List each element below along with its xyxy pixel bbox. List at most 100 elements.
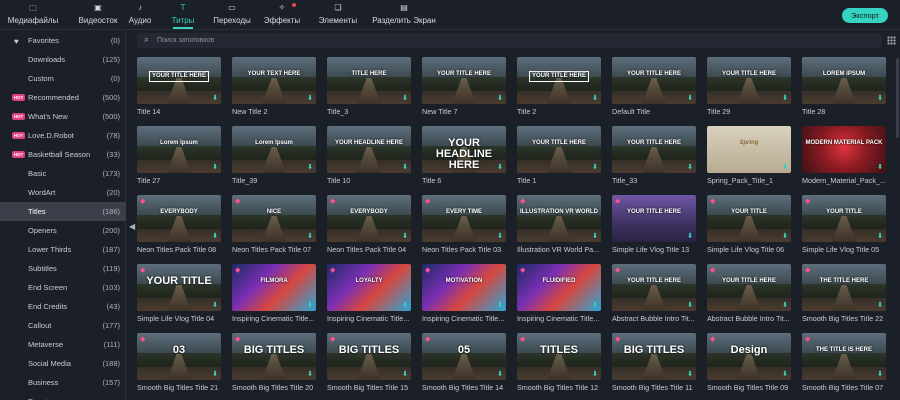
title-thumbnail[interactable]: BIG TITLES ◆ ⬇ [612,333,696,380]
sidebar-item-lower-thirds[interactable]: Lower Thirds (187) [0,240,126,259]
sidebar-item-end-screen[interactable]: End Screen (103) [0,278,126,297]
title-thumbnail[interactable]: Spring ⬇ [707,126,791,173]
title-thumbnail[interactable]: NICE ◆ ⬇ [232,195,316,242]
title-card[interactable]: MOTIVATION ◆ ⬇ Inspiring Cinematic Title... [422,264,510,326]
title-card[interactable]: BIG TITLES ◆ ⬇ Smooth Big Titles Title 20 [232,333,320,395]
download-icon[interactable]: ⬇ [592,301,598,309]
title-thumbnail[interactable]: MOTIVATION ◆ ⬇ [422,264,506,311]
sidebar-item-love-d-robot[interactable]: HOT Love.D.Robot (78) [0,126,126,145]
title-thumbnail[interactable]: Design ◆ ⬇ [707,333,791,380]
download-icon[interactable]: ⬇ [592,232,598,240]
download-icon[interactable]: ⬇ [592,370,598,378]
download-icon[interactable]: ⬇ [592,94,598,102]
download-icon[interactable]: ⬇ [497,301,503,309]
grid-view-icon[interactable] [887,36,896,45]
title-card[interactable]: 03 ◆ ⬇ Smooth Big Titles Title 21 [137,333,225,395]
title-card[interactable]: EVERYBODY ◆ ⬇ Neon Titles Pack Title 04 [327,195,415,257]
title-card[interactable]: YOUR TITLE HERE ◆ ⬇ Abstract Bubble Intro T… [707,264,795,326]
title-card[interactable]: FILMORA ◆ ⬇ Inspiring Cinematic Title... [232,264,320,326]
sidebar-item-what-s-new[interactable]: HOT What's New (500) [0,107,126,126]
download-icon[interactable]: ⬇ [307,232,313,240]
title-card[interactable]: THE TITLE HERE ◆ ⬇ Smooth Big Titles Title … [802,264,890,326]
sidebar-item-subtitles[interactable]: Subtitles (119) [0,259,126,278]
sidebar-item-callout[interactable]: Callout (177) [0,316,126,335]
search-input[interactable] [157,33,857,48]
title-thumbnail[interactable]: YOUR TITLE HERE ◆ ⬇ [612,264,696,311]
download-icon[interactable]: ⬇ [402,163,408,171]
download-icon[interactable]: ⬇ [782,301,788,309]
download-icon[interactable]: ⬇ [497,163,503,171]
download-icon[interactable]: ⬇ [877,370,883,378]
title-card[interactable]: YOUR HEADLINE HERE ⬇ Title 10 [327,126,415,188]
title-thumbnail[interactable]: BIG TITLES ◆ ⬇ [232,333,316,380]
download-icon[interactable]: ⬇ [307,94,313,102]
title-thumbnail[interactable]: YOUR TITLE HERE ◆ ⬇ [707,264,791,311]
title-card[interactable]: TITLE HERE ⬇ Title_3 [327,57,415,119]
download-icon[interactable]: ⬇ [687,94,693,102]
tab-6[interactable]: ❏ Элементы [315,3,361,29]
title-thumbnail[interactable]: BIG TITLES ◆ ⬇ [327,333,411,380]
title-thumbnail[interactable]: YOUR TITLE ◆ ⬇ [707,195,791,242]
download-icon[interactable]: ⬇ [877,163,883,171]
download-icon[interactable]: ⬇ [782,232,788,240]
title-card[interactable]: YOUR TITLE HERE ⬇ Title 29 [707,57,795,119]
title-thumbnail[interactable]: YOUR TITLE HERE ⬇ [137,57,221,104]
title-thumbnail[interactable]: YOUR TITLE HERE ⬇ [612,126,696,173]
sidebar-item-openers[interactable]: Openers (200) [0,221,126,240]
title-card[interactable]: YOUR HEADLINE HERE ⬇ Title 6 [422,126,510,188]
download-icon[interactable]: ⬇ [212,163,218,171]
download-icon[interactable]: ⬇ [877,301,883,309]
download-icon[interactable]: ⬇ [212,232,218,240]
title-thumbnail[interactable]: YOUR TITLE HERE ◆ ⬇ [612,195,696,242]
sidebar-item-end-credits[interactable]: End Credits (43) [0,297,126,316]
title-card[interactable]: LOYALTY ◆ ⬇ Inspiring Cinematic Title... [327,264,415,326]
title-card[interactable]: TITLES ◆ ⬇ Smooth Big Titles Title 12 [517,333,605,395]
title-thumbnail[interactable]: YOUR HEADLINE HERE ⬇ [327,126,411,173]
download-icon[interactable]: ⬇ [497,370,503,378]
title-card[interactable]: YOUR TITLE ◆ ⬇ Simple Life Vlog Title 05 [802,195,890,257]
title-thumbnail[interactable]: 05 ◆ ⬇ [422,333,506,380]
title-thumbnail[interactable]: TITLE HERE ⬇ [327,57,411,104]
sidebar-item-business[interactable]: Business (157) [0,373,126,392]
download-icon[interactable]: ⬇ [782,94,788,102]
title-card[interactable]: FLUIDIFIED ◆ ⬇ Inspiring Cinematic Title... [517,264,605,326]
sidebar-item-drawing[interactable]: Drawing [0,392,126,400]
sidebar-item-wordart[interactable]: WordArt (20) [0,183,126,202]
download-icon[interactable]: ⬇ [877,94,883,102]
sidebar-item-titles[interactable]: Titles (186) [0,202,126,221]
title-card[interactable]: YOUR TITLE HERE ⬇ Title 1 [517,126,605,188]
download-icon[interactable]: ⬇ [687,232,693,240]
title-thumbnail[interactable]: THE TITLE IS HERE ◆ ⬇ [802,333,886,380]
title-card[interactable]: BIG TITLES ◆ ⬇ Smooth Big Titles Title 15 [327,333,415,395]
title-thumbnail[interactable]: Lorem Ipsum ⬇ [137,126,221,173]
download-icon[interactable]: ⬇ [402,370,408,378]
title-card[interactable]: YOUR TEXT HERE ⬇ New Title 2 [232,57,320,119]
title-card[interactable]: Design ◆ ⬇ Smooth Big Titles Title 09 [707,333,795,395]
download-icon[interactable]: ⬇ [307,301,313,309]
grid-scrollbar[interactable] [896,58,899,138]
title-card[interactable]: EVERY TIME ◆ ⬇ Neon Titles Pack Title 03 [422,195,510,257]
title-card[interactable]: YOUR TITLE HERE ◆ ⬇ Simple Life Vlog Title … [612,195,700,257]
title-thumbnail[interactable]: FILMORA ◆ ⬇ [232,264,316,311]
tab-0[interactable]: 🗀 Медиафайлы [5,3,61,29]
title-card[interactable]: YOUR TITLE HERE ◆ ⬇ Abstract Bubble Intro T… [612,264,700,326]
title-thumbnail[interactable]: YOUR TITLE ◆ ⬇ [137,264,221,311]
sidebar-item-downloads[interactable]: Downloads (125) [0,50,126,69]
sidebar-item-social-media[interactable]: Social Media (188) [0,354,126,373]
title-thumbnail[interactable]: YOUR TITLE HERE ⬇ [707,57,791,104]
tab-1[interactable]: ▣ Видеосток [78,3,118,29]
tab-5[interactable]: ✧ Эффекты [262,3,302,29]
title-card[interactable]: 05 ◆ ⬇ Smooth Big Titles Title 14 [422,333,510,395]
download-icon[interactable]: ⬇ [687,163,693,171]
title-thumbnail[interactable]: ILLUSTRATION VR WORLD ◆ ⬇ [517,195,601,242]
title-card[interactable]: YOUR TITLE HERE ⬇ Title_33 [612,126,700,188]
title-thumbnail[interactable]: YOUR TITLE ◆ ⬇ [802,195,886,242]
title-thumbnail[interactable]: EVERYBODY ◆ ⬇ [137,195,221,242]
download-icon[interactable]: ⬇ [402,301,408,309]
download-icon[interactable]: ⬇ [212,94,218,102]
title-thumbnail[interactable]: YOUR TITLE HERE ⬇ [612,57,696,104]
download-icon[interactable]: ⬇ [592,163,598,171]
title-thumbnail[interactable]: MODERN MATERIAL PACK ⬇ [802,126,886,173]
tab-7[interactable]: ▤ Разделить Экран [372,3,436,29]
title-card[interactable]: EVERYBODY ◆ ⬇ Neon Titles Pack Title 08 [137,195,225,257]
